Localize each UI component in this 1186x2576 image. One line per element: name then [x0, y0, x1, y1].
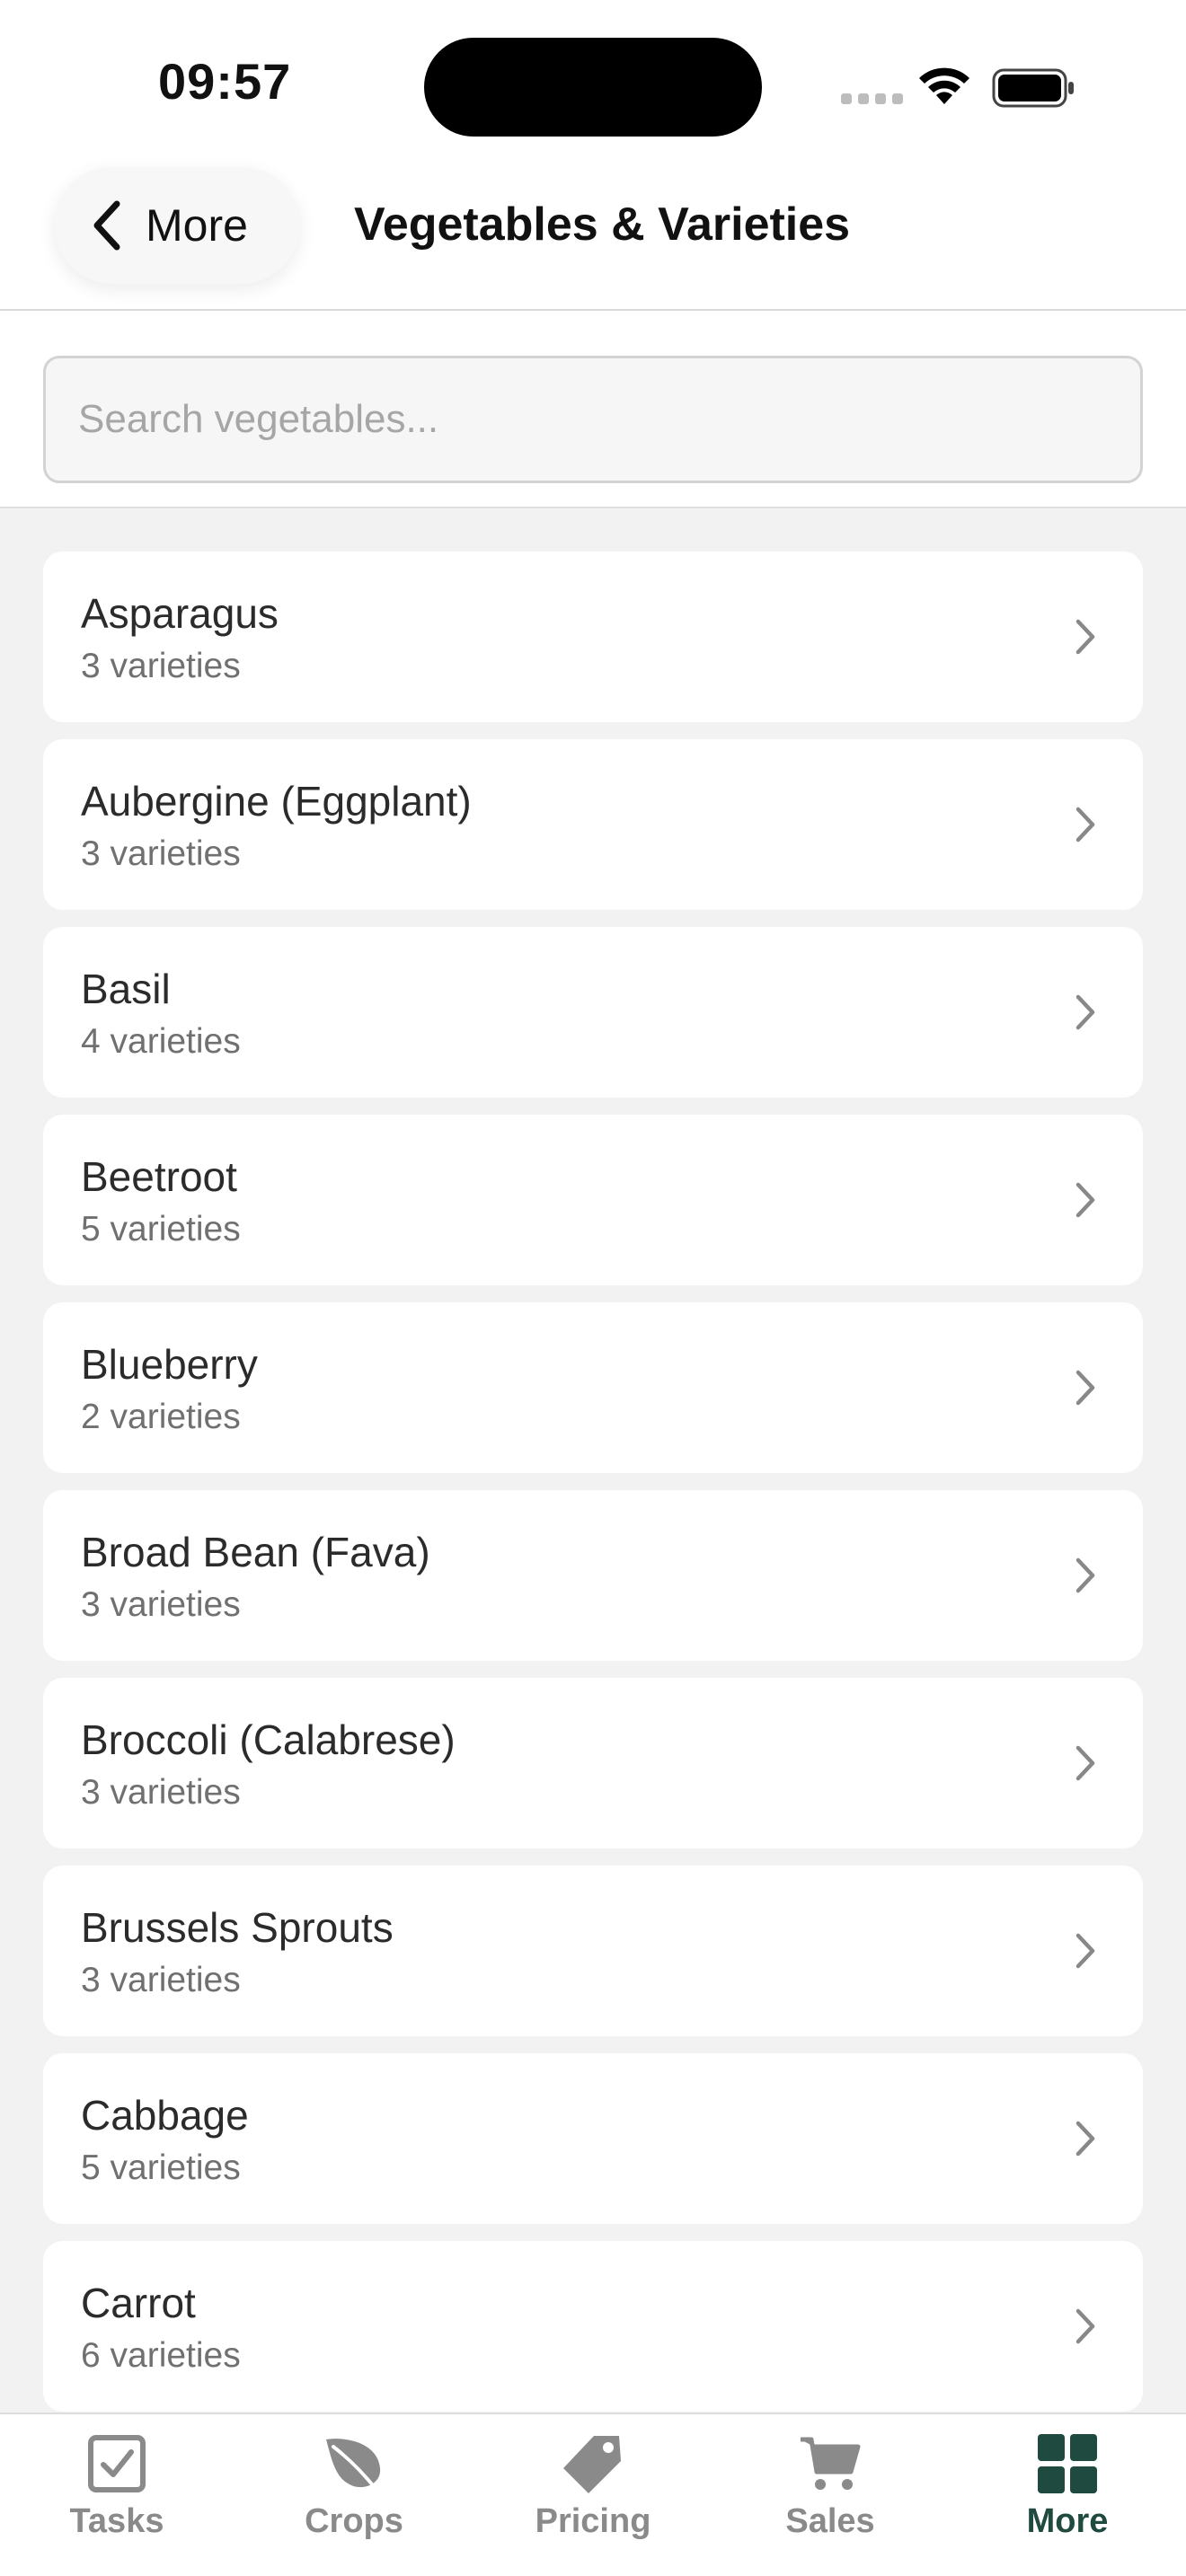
list-item[interactable]: Aubergine (Eggplant) 3 varieties: [43, 739, 1143, 910]
tab-pricing[interactable]: Pricing: [503, 2432, 683, 2558]
item-name: Blueberry: [81, 1341, 258, 1388]
vegetable-list: Asparagus 3 varieties Aubergine (Eggplan…: [43, 551, 1143, 2429]
tab-more[interactable]: More: [978, 2432, 1157, 2558]
chevron-right-icon: [1075, 1557, 1095, 1593]
search-bar: [0, 311, 1186, 508]
list-item[interactable]: Broad Bean (Fava) 3 varieties: [43, 1490, 1143, 1661]
item-variety-count: 3 varieties: [81, 1961, 241, 1999]
item-variety-count: 4 varieties: [81, 1022, 241, 1061]
list-item[interactable]: Broccoli (Calabrese) 3 varieties: [43, 1678, 1143, 1848]
back-button[interactable]: More: [54, 167, 300, 284]
tab-label: More: [1026, 2502, 1109, 2540]
item-name: Carrot: [81, 2280, 196, 2326]
chevron-right-icon: [1075, 807, 1095, 842]
item-variety-count: 5 varieties: [81, 1210, 241, 1248]
chevron-right-icon: [1075, 1182, 1095, 1218]
tab-label: Tasks: [69, 2502, 164, 2540]
battery-icon: [992, 68, 1074, 108]
checkbox-icon: [88, 2435, 146, 2492]
list-item[interactable]: Carrot 6 varieties: [43, 2241, 1143, 2412]
grid-icon: [1038, 2434, 1097, 2493]
tab-label: Sales: [785, 2502, 875, 2540]
item-variety-count: 6 varieties: [81, 2336, 241, 2375]
tab-tasks[interactable]: Tasks: [27, 2432, 207, 2558]
tab-sales[interactable]: Sales: [740, 2432, 920, 2558]
item-variety-count: 2 varieties: [81, 1398, 241, 1436]
list-item[interactable]: Beetroot 5 varieties: [43, 1115, 1143, 1285]
list-item[interactable]: Basil 4 varieties: [43, 927, 1143, 1098]
search-input[interactable]: [43, 356, 1143, 483]
chevron-right-icon: [1075, 1370, 1095, 1406]
item-name: Asparagus: [81, 590, 279, 637]
tab-label: Pricing: [535, 2502, 651, 2540]
tab-label: Crops: [305, 2502, 403, 2540]
item-name: Brussels Sprouts: [81, 1904, 394, 1951]
tab-bar: Tasks Crops Pricing Sales More: [0, 2413, 1186, 2576]
item-variety-count: 3 varieties: [81, 647, 241, 685]
chevron-right-icon: [1075, 1933, 1095, 1969]
wifi-icon: [919, 67, 969, 104]
list-item[interactable]: Blueberry 2 varieties: [43, 1302, 1143, 1473]
status-time: 09:57: [158, 53, 292, 110]
list-item[interactable]: Brussels Sprouts 3 varieties: [43, 1866, 1143, 2036]
chevron-left-icon: [93, 200, 120, 251]
page-title: Vegetables & Varieties: [354, 198, 851, 251]
chevron-right-icon: [1075, 994, 1095, 1030]
item-variety-count: 3 varieties: [81, 1585, 241, 1624]
tab-crops[interactable]: Crops: [264, 2432, 444, 2558]
item-name: Broccoli (Calabrese): [81, 1716, 456, 1763]
item-name: Basil: [81, 966, 171, 1012]
cart-icon: [801, 2437, 861, 2490]
dynamic-island: [424, 38, 762, 137]
item-variety-count: 3 varieties: [81, 834, 241, 873]
item-variety-count: 3 varieties: [81, 1773, 241, 1812]
header-area: 09:57 More Vegetables & Varieties: [0, 0, 1186, 311]
chevron-right-icon: [1075, 2308, 1095, 2344]
item-name: Aubergine (Eggplant): [81, 778, 472, 825]
back-label: More: [146, 200, 248, 251]
chevron-right-icon: [1075, 2121, 1095, 2157]
price-tag-icon: [563, 2436, 621, 2493]
item-name: Beetroot: [81, 1153, 237, 1200]
item-variety-count: 5 varieties: [81, 2148, 241, 2187]
list-item[interactable]: Asparagus 3 varieties: [43, 551, 1143, 722]
chevron-right-icon: [1075, 619, 1095, 655]
chevron-right-icon: [1075, 1745, 1095, 1781]
leaf-icon: [326, 2439, 381, 2492]
list-item[interactable]: Cabbage 5 varieties: [43, 2053, 1143, 2224]
item-name: Cabbage: [81, 2092, 249, 2139]
item-name: Broad Bean (Fava): [81, 1529, 430, 1575]
cellular-signal-icon: [841, 93, 903, 104]
